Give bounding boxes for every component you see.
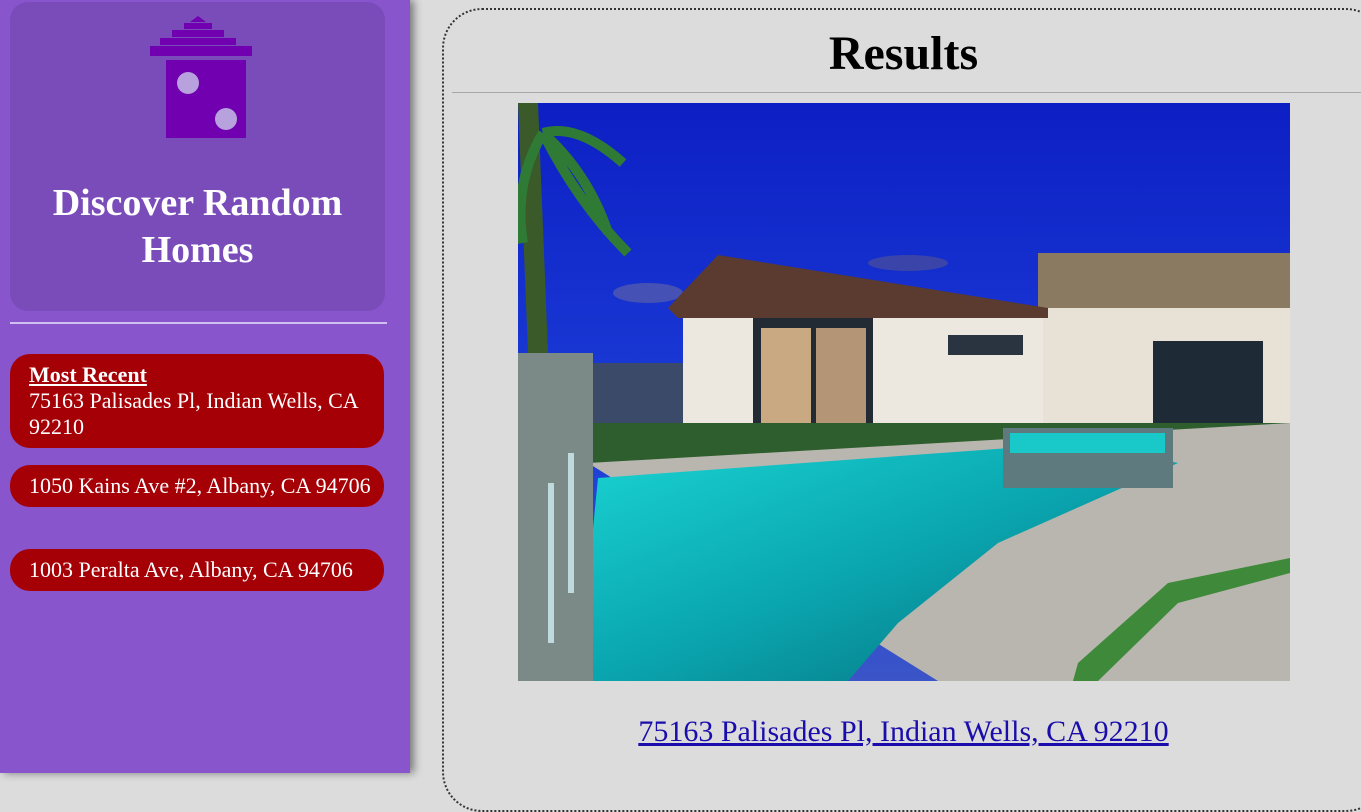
recent-home-item[interactable]: 1003 Peralta Ave, Albany, CA 94706	[10, 549, 384, 591]
recent-home-item[interactable]: Most Recent 75163 Palisades Pl, Indian W…	[10, 354, 384, 448]
recent-home-item[interactable]: 1050 Kains Ave #2, Albany, CA 94706	[10, 465, 384, 507]
results-divider	[452, 92, 1361, 93]
house-dice-icon	[150, 16, 252, 138]
brand-title: Discover Random Homes	[52, 182, 343, 271]
recent-home-address: 1050 Kains Ave #2, Albany, CA 94706	[29, 473, 371, 498]
recent-home-address: 1003 Peralta Ave, Albany, CA 94706	[29, 557, 353, 582]
most-recent-heading: Most Recent	[29, 362, 147, 387]
brand-panel: Discover Random Homes	[10, 2, 385, 311]
recent-home-address: 75163 Palisades Pl, Indian Wells, CA 922…	[29, 388, 358, 439]
results-title: Results	[828, 27, 979, 80]
results-panel: Results 75163 Palisades Pl, Indian Wells…	[442, 8, 1361, 812]
result-address-link[interactable]: 75163 Palisades Pl, Indian Wells, CA 922…	[444, 713, 1361, 751]
sidebar: Discover Random Homes Most Recent 75163 …	[0, 0, 410, 773]
sidebar-divider	[10, 322, 387, 324]
house-pool-photo	[518, 103, 1290, 681]
